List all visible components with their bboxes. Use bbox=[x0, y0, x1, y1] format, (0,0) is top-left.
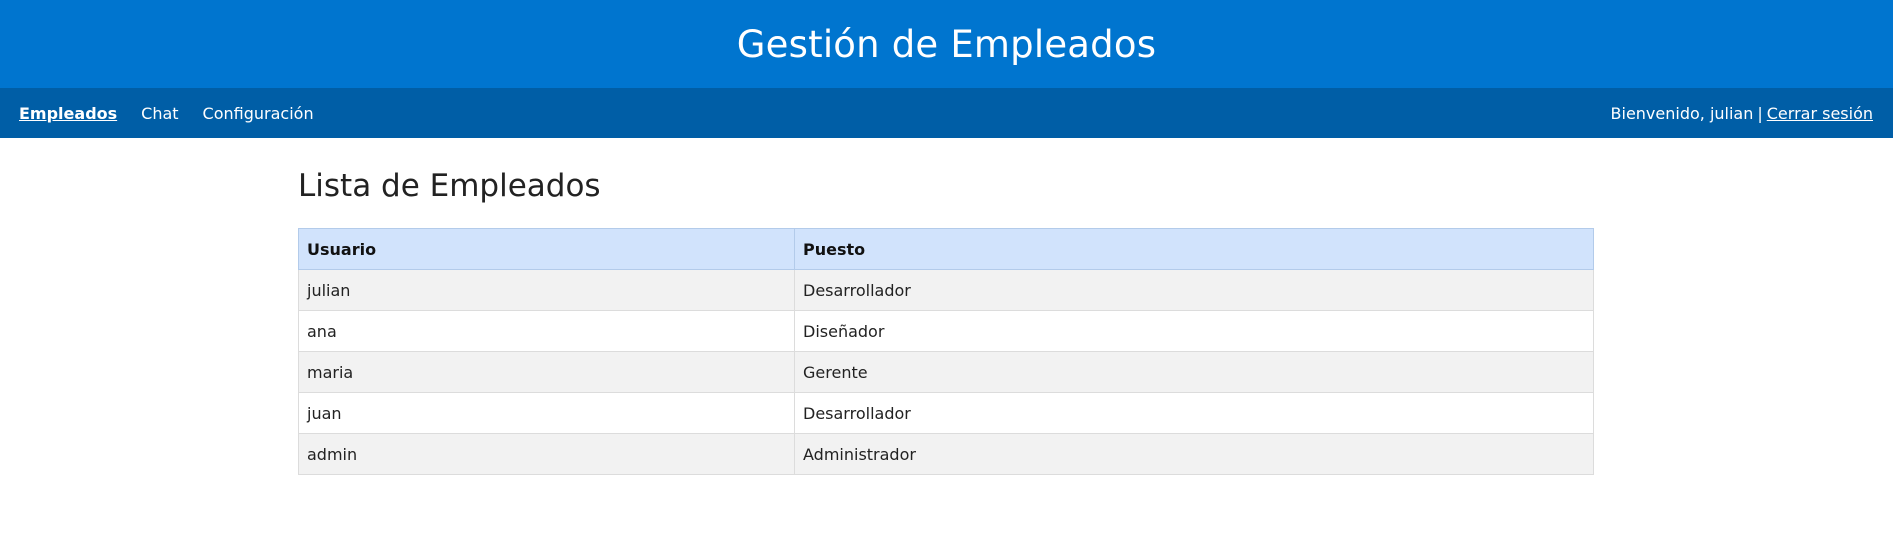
nav-link-configuracion[interactable]: Configuración bbox=[203, 104, 314, 123]
cell-usuario: admin bbox=[298, 433, 795, 475]
nav-link-empleados[interactable]: Empleados bbox=[19, 104, 117, 123]
table-row: ana Diseñador bbox=[298, 310, 1594, 352]
nav-separator: | bbox=[1757, 103, 1763, 123]
cell-puesto: Administrador bbox=[794, 433, 1594, 475]
table-header-row: Usuario Puesto bbox=[298, 228, 1594, 270]
nav-bar: Empleados Chat Configuración Bienvenido,… bbox=[0, 88, 1893, 138]
column-header-puesto: Puesto bbox=[794, 228, 1594, 270]
table-row: admin Administrador bbox=[298, 433, 1594, 475]
welcome-text: Bienvenido, julian bbox=[1610, 103, 1754, 123]
page-title: Lista de Empleados bbox=[298, 168, 601, 204]
cell-usuario: ana bbox=[298, 310, 795, 352]
user-area: Bienvenido, julian | Cerrar sesión bbox=[1611, 104, 1873, 123]
table-row: julian Desarrollador bbox=[298, 269, 1594, 311]
cell-usuario: juan bbox=[298, 392, 795, 434]
nav-link-chat[interactable]: Chat bbox=[141, 104, 178, 123]
main-content: Lista de Empleados Usuario Puesto julian… bbox=[298, 168, 1594, 475]
column-header-usuario: Usuario bbox=[298, 228, 795, 270]
cell-puesto: Desarrollador bbox=[794, 269, 1594, 311]
cell-usuario: julian bbox=[298, 269, 795, 311]
nav-links: Empleados Chat Configuración bbox=[19, 104, 338, 123]
cell-puesto: Diseñador bbox=[794, 310, 1594, 352]
employees-table: Usuario Puesto julian Desarrollador ana … bbox=[298, 228, 1594, 475]
table-row: maria Gerente bbox=[298, 351, 1594, 393]
app-title: Gestión de Empleados bbox=[736, 22, 1157, 66]
table-row: juan Desarrollador bbox=[298, 392, 1594, 434]
cell-puesto: Desarrollador bbox=[794, 392, 1594, 434]
cell-puesto: Gerente bbox=[794, 351, 1594, 393]
app-header: Gestión de Empleados bbox=[0, 0, 1893, 88]
cell-usuario: maria bbox=[298, 351, 795, 393]
logout-link[interactable]: Cerrar sesión bbox=[1767, 104, 1873, 123]
